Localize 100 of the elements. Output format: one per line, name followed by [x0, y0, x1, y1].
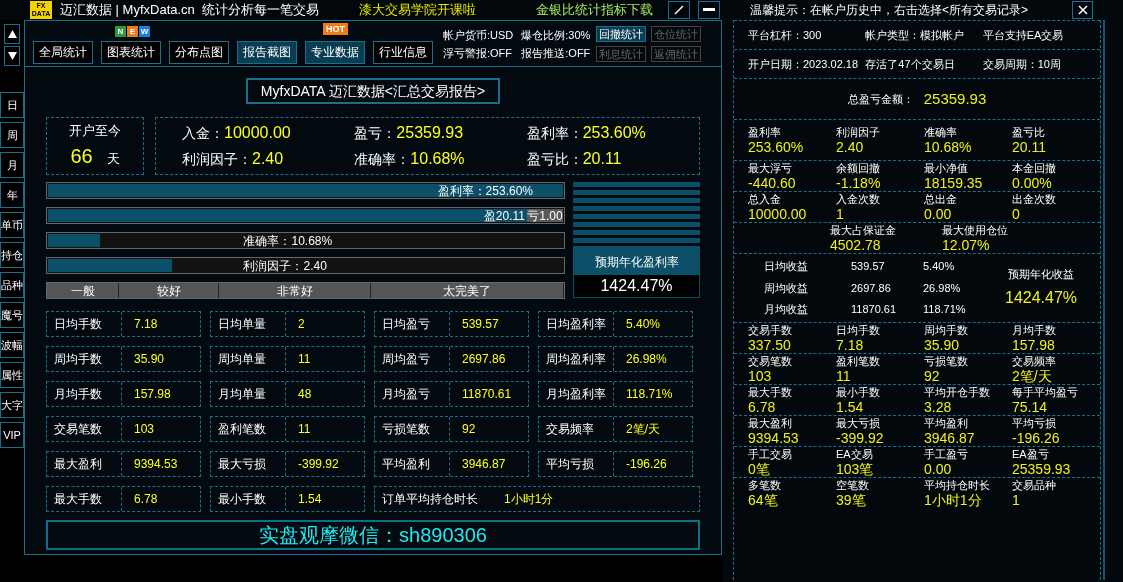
metric-label: 月均手数	[1012, 323, 1057, 338]
metric-label: 亏损笔数	[924, 354, 969, 369]
rating-segment: 较好	[119, 283, 219, 298]
account-info: 开户日期：2023.02.18	[748, 56, 860, 72]
stat-value: 539.57	[461, 316, 499, 333]
metric-label: 盈亏比	[1012, 125, 1046, 140]
metric-value: 0.00%	[1012, 176, 1053, 191]
metric-label: 总入金	[748, 192, 782, 207]
toolbar-tab[interactable]: 行业信息	[373, 40, 433, 64]
toolbar-tab[interactable]: 报告截图	[237, 40, 297, 64]
metric-label: 交易笔数	[748, 354, 793, 369]
toolbar-tab[interactable]: 专业数据	[305, 40, 365, 64]
stats-button[interactable]: 回撤统计	[596, 25, 647, 42]
metric-value: 1	[1012, 493, 1021, 508]
metric-label: 总出金	[924, 192, 958, 207]
metric-label: 每手平均盈亏	[1012, 385, 1079, 400]
side-tab[interactable]: 月	[0, 152, 24, 178]
bar-label: 准确率：10.68%	[243, 233, 333, 248]
stat-label: 利润因子：	[182, 150, 252, 169]
new-badge-letter: W	[139, 26, 150, 37]
metric-value: 4502.78	[830, 238, 882, 253]
stat-label: 周均单量	[211, 347, 286, 371]
metric-label: 出金次数	[1012, 192, 1057, 207]
metric-label: 交易频率	[1012, 354, 1057, 369]
stat-label: 最小手数	[211, 487, 286, 511]
stat-label: 最大亏损	[211, 452, 286, 476]
rating-segment: 非常好	[219, 283, 371, 298]
promo-link[interactable]: 漆大交易学院开课啦	[359, 0, 477, 20]
metric-value: 2.40	[836, 140, 865, 155]
metric-value: 25359.93	[1012, 462, 1072, 477]
hot-badge: HOT	[323, 23, 348, 35]
rating-segment: 一般	[47, 283, 119, 298]
account-setting: 浮亏警报:OFF	[443, 45, 514, 60]
total-label: 总盈亏金额：	[847, 91, 914, 107]
stat-value: 2697.86	[461, 351, 506, 368]
metric-value: 1	[836, 207, 845, 222]
side-tab[interactable]: 属性	[0, 362, 24, 388]
stat-value: 35.90	[133, 351, 165, 368]
stat-label: 平均盈利	[375, 452, 450, 476]
side-tab[interactable]: 魔号	[0, 302, 24, 328]
toolbar-tab[interactable]: 图表统计	[101, 40, 161, 64]
download-link[interactable]: 金银比统计指标下载	[536, 0, 654, 20]
annual-income-value: 1424.47%	[1005, 288, 1078, 309]
stat-value: 253.60%	[582, 123, 646, 143]
metric-value: -399.92	[836, 431, 885, 446]
side-tab[interactable]: 年	[0, 182, 24, 208]
metric-value: 20.11	[1012, 140, 1047, 155]
stat-label: 最大盈利	[47, 452, 122, 476]
minimize-button[interactable]	[698, 1, 720, 19]
scroll-down-button[interactable]	[4, 46, 20, 66]
app-title: 迈汇数据 | MyfxData.cn 统计分析每一笔交易	[60, 1, 320, 20]
metric-value: 103笔	[836, 462, 875, 477]
side-tab[interactable]: 日	[0, 92, 24, 118]
stat-value: 92	[461, 421, 476, 438]
stat-label: 日均单量	[211, 312, 286, 336]
metric-value: 103	[748, 369, 773, 384]
stat-label: 日均盈亏	[375, 312, 450, 336]
report-title: MyfxDATA 迈汇数据<汇总交易报告>	[245, 78, 501, 104]
toolbar-tab[interactable]: 分布点图	[169, 40, 229, 64]
account-setting: 报告推送:OFF	[521, 45, 591, 60]
metric-label: EA交易	[836, 447, 874, 462]
stat-label: 月均盈亏	[375, 382, 450, 406]
metric-value: 0.00	[924, 462, 953, 477]
metric-label: 最大手数	[748, 385, 793, 400]
account-setting: 爆仓比例:30%	[521, 27, 591, 42]
metric-label: 交易手数	[748, 323, 793, 338]
metric-value: 0.00	[924, 207, 953, 222]
side-tab[interactable]: 周	[0, 122, 24, 148]
stat-label: 月均单量	[211, 382, 286, 406]
scroll-up-button[interactable]	[4, 24, 20, 44]
new-badge-letter: E	[127, 26, 138, 37]
side-tab[interactable]: 持仓	[0, 242, 24, 268]
metric-value: 39笔	[836, 493, 867, 508]
side-tab[interactable]: 品种	[0, 272, 24, 298]
account-info: 交易周期：10周	[982, 56, 1062, 72]
metric-value: 35.90	[924, 338, 961, 353]
metric-value: -440.60	[748, 176, 797, 191]
metric-label: 盈利笔数	[836, 354, 881, 369]
stat-label: 盈亏：	[354, 124, 397, 143]
side-tab[interactable]: 大字	[0, 392, 24, 418]
income-amount: 11870.61	[851, 302, 898, 318]
stat-value: 11	[297, 351, 311, 368]
metric-value: 9394.53	[748, 431, 800, 446]
side-tab[interactable]: 单币	[0, 212, 24, 238]
toolbar-tab[interactable]: 全局统计	[33, 40, 93, 64]
stat-value: 5.40%	[625, 316, 661, 333]
stat-label: 入金：	[182, 124, 224, 143]
side-tab[interactable]: VIP	[0, 422, 24, 448]
close-button[interactable]	[1072, 1, 1093, 19]
metric-label: 最大盈利	[748, 416, 793, 431]
metric-label: EA盈亏	[1012, 447, 1050, 462]
wechat-banner: 实盘观摩微信：sh890306	[46, 520, 700, 550]
stat-value: 6.78	[133, 491, 158, 508]
stat-value: 10000.00	[224, 123, 291, 143]
metric-value: 64笔	[748, 493, 779, 508]
stat-label: 盈利率：	[526, 124, 583, 143]
bar-label: 利润因子：2.40	[243, 258, 327, 273]
side-tab[interactable]: 波幅	[0, 332, 24, 358]
loss-fill: 亏1.00	[526, 209, 563, 222]
edit-button[interactable]	[668, 1, 690, 19]
